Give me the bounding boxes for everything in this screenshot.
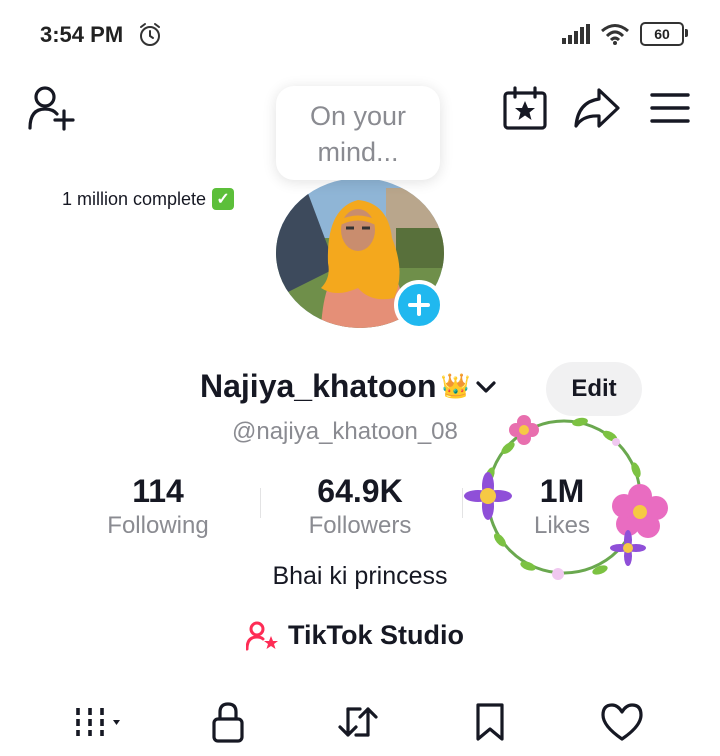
- add-story-button[interactable]: [394, 280, 444, 330]
- tab-reposts[interactable]: [328, 694, 388, 750]
- signal-icon: [562, 24, 590, 44]
- stat-followers[interactable]: 64.9K Followers: [290, 472, 430, 542]
- lock-icon: [212, 702, 244, 743]
- milestone-note: 1 million complete ✓: [62, 188, 235, 210]
- bookmark-icon: [476, 703, 504, 741]
- crown-emoji: 👑: [440, 373, 471, 400]
- likes-count: 1M: [539, 473, 585, 509]
- wifi-icon: [601, 24, 629, 45]
- repost-icon: [338, 707, 378, 737]
- stats-divider: [260, 488, 261, 518]
- milestone-text: 1 million complete: [62, 188, 207, 209]
- alarm-icon: [140, 23, 160, 46]
- tab-videos[interactable]: [70, 694, 130, 750]
- share-icon[interactable]: [572, 84, 622, 132]
- likes-label: Likes: [533, 512, 591, 539]
- tiktok-studio-link[interactable]: TikTok Studio: [246, 620, 464, 651]
- profile-name[interactable]: Najiya_khatoon 👑: [200, 368, 498, 405]
- thought-bubble[interactable]: On your mind...: [276, 86, 440, 180]
- followers-label: Followers: [308, 512, 412, 539]
- grid-icon: [76, 708, 120, 736]
- status-time: 3:54 PM: [40, 22, 124, 47]
- profile-bio: Bhai ki princess: [272, 562, 448, 590]
- tiktok-studio-label: TikTok Studio: [288, 620, 465, 650]
- bubble-text: On your mind...: [309, 101, 407, 167]
- battery-level: 60: [654, 26, 670, 42]
- creator-star-icon: [246, 621, 278, 650]
- check-icon: ✓: [212, 188, 235, 210]
- tab-private[interactable]: [198, 694, 258, 750]
- calendar-star-icon[interactable]: [500, 84, 550, 132]
- heart-icon: [601, 703, 643, 741]
- menu-icon[interactable]: [646, 86, 694, 130]
- chevron-down-icon[interactable]: [474, 379, 498, 395]
- tab-favorites[interactable]: [460, 694, 520, 750]
- battery-indicator: 60: [640, 22, 688, 46]
- plus-icon: [408, 294, 430, 316]
- status-icons: 60: [562, 22, 688, 46]
- stat-following[interactable]: 114 Following: [88, 472, 228, 542]
- display-name: Najiya_khatoon: [200, 368, 437, 404]
- tab-liked[interactable]: [592, 694, 652, 750]
- content-tabs: [0, 694, 720, 754]
- profile-handle: @najiya_khatoon_08: [232, 418, 458, 445]
- following-label: Following: [107, 512, 209, 539]
- add-friend-icon[interactable]: [26, 84, 78, 132]
- following-count: 114: [132, 473, 184, 509]
- followers-count: 64.9K: [317, 473, 403, 509]
- stat-likes[interactable]: 1M Likes: [492, 472, 632, 542]
